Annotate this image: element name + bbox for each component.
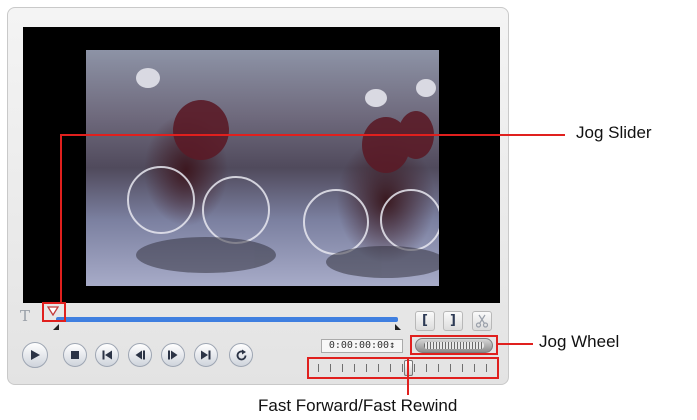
title-button[interactable]: T (17, 307, 33, 325)
step-back-icon (135, 350, 145, 360)
jog-wheel-leader (498, 343, 533, 345)
shuttle-callout: Fast Forward/Fast Rewind (258, 396, 458, 415)
split-clip-button[interactable] (472, 311, 492, 331)
stop-icon (71, 351, 79, 359)
jog-slider-highlight (42, 302, 66, 322)
shuttle-highlight (307, 357, 499, 379)
play-icon (31, 350, 40, 360)
repeat-icon (236, 349, 246, 360)
previous-frame-button[interactable] (128, 343, 152, 367)
play-button[interactable] (22, 342, 48, 368)
cyclists-image (127, 68, 439, 278)
scissors-icon (475, 314, 489, 328)
skip-forward-icon (201, 350, 211, 360)
jog-wheel-highlight (410, 335, 498, 355)
stop-button[interactable] (63, 343, 87, 367)
go-to-start-button[interactable] (95, 343, 119, 367)
jog-slider-track[interactable] (56, 317, 398, 322)
timecode-display[interactable]: 0:00:00:00↕ (321, 339, 403, 353)
step-forward-icon (168, 350, 178, 360)
next-frame-button[interactable] (161, 343, 185, 367)
preview-screen (23, 27, 500, 303)
repeat-button[interactable] (229, 343, 253, 367)
jog-wheel-callout: Jog Wheel (539, 332, 620, 351)
mark-in-button[interactable]: [ (415, 311, 435, 331)
timecode-value: 0:00:00:00 (328, 340, 390, 351)
jog-slider-leader-horizontal (60, 134, 565, 136)
video-frame (86, 50, 439, 286)
shuttle-leader (407, 357, 409, 395)
jog-slider-leader-vertical (60, 134, 62, 302)
timecode-spinner-icon[interactable]: ↕ (389, 340, 395, 351)
jog-slider-callout: Jog Slider (576, 123, 652, 142)
trim-end-marker[interactable] (395, 324, 401, 330)
go-to-end-button[interactable] (194, 343, 218, 367)
mark-out-button[interactable]: ] (443, 311, 463, 331)
skip-back-icon (102, 350, 112, 360)
trim-start-marker[interactable] (53, 324, 59, 330)
